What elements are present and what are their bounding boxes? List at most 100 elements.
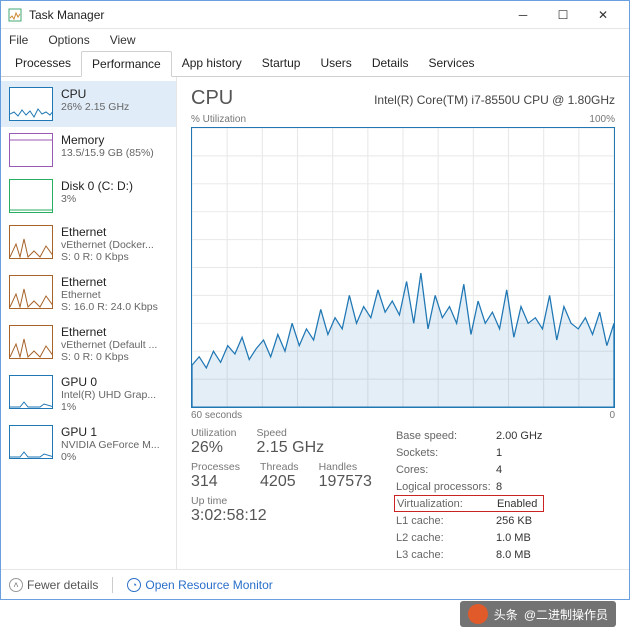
- thumb-icon: [9, 325, 53, 359]
- stat-key: Cores:: [396, 464, 496, 476]
- utilization-value: 26%: [191, 439, 237, 457]
- sidebar-item-net-5[interactable]: Ethernet vEthernet (Default ... S: 0 R: …: [1, 319, 176, 369]
- sidebar-item-sub1: Intel(R) UHD Grap...: [61, 389, 156, 401]
- stat-row: L1 cache:256 KB: [396, 512, 542, 529]
- footer-bar: ˄ Fewer details ◔ Open Resource Monitor: [1, 569, 629, 599]
- title-bar[interactable]: Task Manager ─ ☐ ✕: [1, 1, 629, 29]
- fewer-details-link[interactable]: ˄ Fewer details: [9, 578, 98, 592]
- stat-val: 4: [496, 464, 502, 476]
- menu-view[interactable]: View: [106, 31, 140, 49]
- stat-key: L1 cache:: [396, 515, 496, 527]
- stat-key: Base speed:: [396, 430, 496, 442]
- threads-value: 4205: [260, 473, 299, 491]
- sidebar-item-sub1: Ethernet: [61, 289, 158, 301]
- divider: [112, 577, 113, 593]
- watermark-name: @二进制操作员: [524, 606, 608, 623]
- sidebar-item-sub1: NVIDIA GeForce M...: [61, 439, 160, 451]
- watermark-overlay: 头条 @二进制操作员: [460, 601, 616, 627]
- tab-strip: Processes Performance App history Startu…: [1, 51, 629, 77]
- thumb-icon: [9, 87, 53, 121]
- cpu-chart[interactable]: [191, 127, 615, 408]
- tab-performance[interactable]: Performance: [81, 51, 172, 77]
- thumb-icon: [9, 375, 53, 409]
- stat-row: Cores:4: [396, 461, 542, 478]
- sidebar-item-name: Memory: [61, 133, 154, 147]
- handles-value: 197573: [319, 473, 372, 491]
- sidebar-item-gpu-7[interactable]: GPU 1 NVIDIA GeForce M... 0%: [1, 419, 176, 469]
- window-title: Task Manager: [29, 8, 503, 22]
- tab-processes[interactable]: Processes: [5, 51, 81, 76]
- stat-row: Logical processors:8: [396, 478, 542, 495]
- sidebar-item-sub2: S: 16.0 R: 24.0 Kbps: [61, 301, 158, 313]
- sidebar-item-sub2: S: 0 R: 0 Kbps: [61, 251, 154, 263]
- speed-label: Speed: [257, 427, 325, 439]
- sidebar-item-net-3[interactable]: Ethernet vEthernet (Docker... S: 0 R: 0 …: [1, 219, 176, 269]
- sidebar-item-gpu-6[interactable]: GPU 0 Intel(R) UHD Grap... 1%: [1, 369, 176, 419]
- sidebar-item-disk-2[interactable]: Disk 0 (C: D:) 3%: [1, 173, 176, 219]
- cpu-model: Intel(R) Core(TM) i7-8550U CPU @ 1.80GHz: [374, 93, 615, 107]
- tab-startup[interactable]: Startup: [252, 51, 311, 76]
- sidebar-item-name: GPU 1: [61, 425, 160, 439]
- monitor-icon: ◔: [127, 578, 141, 592]
- threads-label: Threads: [260, 461, 299, 473]
- tab-services[interactable]: Services: [419, 51, 485, 76]
- chevron-up-icon: ˄: [9, 578, 23, 592]
- sidebar-item-net-4[interactable]: Ethernet Ethernet S: 16.0 R: 24.0 Kbps: [1, 269, 176, 319]
- sidebar-item-sub1: vEthernet (Default ...: [61, 339, 157, 351]
- stat-val: 256 KB: [496, 515, 532, 527]
- stat-row: Sockets:1: [396, 444, 542, 461]
- stat-row: L2 cache:1.0 MB: [396, 529, 542, 546]
- tab-details[interactable]: Details: [362, 51, 419, 76]
- open-resource-monitor-link[interactable]: ◔ Open Resource Monitor: [127, 578, 272, 592]
- sidebar-item-sub1: 3%: [61, 193, 133, 205]
- main-panel: CPU Intel(R) Core(TM) i7-8550U CPU @ 1.8…: [177, 77, 629, 569]
- close-button[interactable]: ✕: [583, 1, 623, 29]
- tab-app-history[interactable]: App history: [172, 51, 252, 76]
- sidebar-item-sub1: 13.5/15.9 GB (85%): [61, 147, 154, 159]
- thumb-icon: [9, 179, 53, 213]
- sidebar-item-sub1: 26% 2.15 GHz: [61, 101, 129, 113]
- stat-key: Sockets:: [396, 447, 496, 459]
- resource-sidebar[interactable]: CPU 26% 2.15 GHz Memory 13.5/15.9 GB (85…: [1, 77, 177, 569]
- sidebar-item-mem-1[interactable]: Memory 13.5/15.9 GB (85%): [1, 127, 176, 173]
- processes-value: 314: [191, 473, 240, 491]
- watermark-prefix: 头条: [494, 606, 518, 623]
- uptime-label: Up time: [191, 495, 267, 507]
- tab-users[interactable]: Users: [310, 51, 361, 76]
- uptime-value: 3:02:58:12: [191, 507, 267, 525]
- processes-label: Processes: [191, 461, 240, 473]
- stat-key: L3 cache:: [396, 549, 496, 561]
- utilization-label: Utilization: [191, 427, 237, 439]
- thumb-icon: [9, 425, 53, 459]
- sidebar-item-cpu-0[interactable]: CPU 26% 2.15 GHz: [1, 81, 176, 127]
- sidebar-item-sub2: 1%: [61, 401, 156, 413]
- sidebar-item-name: Ethernet: [61, 225, 154, 239]
- sidebar-item-name: CPU: [61, 87, 129, 101]
- stat-key: Logical processors:: [396, 481, 496, 493]
- maximize-button[interactable]: ☐: [543, 1, 583, 29]
- sidebar-item-sub2: S: 0 R: 0 Kbps: [61, 351, 157, 363]
- app-icon: [7, 7, 23, 23]
- stat-row: L3 cache:8.0 MB: [396, 546, 542, 563]
- thumb-icon: [9, 133, 53, 167]
- stats-right: Base speed:2.00 GHzSockets:1Cores:4Logic…: [396, 427, 542, 563]
- stat-val: 1: [496, 447, 502, 459]
- chart-xlabel: 60 seconds: [191, 410, 242, 421]
- stat-val: 2.00 GHz: [496, 430, 542, 442]
- stat-key: L2 cache:: [396, 532, 496, 544]
- fewer-details-label: Fewer details: [27, 578, 98, 592]
- speed-value: 2.15 GHz: [257, 439, 325, 457]
- stat-row: Virtualization:Enabled: [394, 495, 544, 512]
- stat-row: Base speed:2.00 GHz: [396, 427, 542, 444]
- stat-val: 1.0 MB: [496, 532, 531, 544]
- menu-options[interactable]: Options: [44, 31, 93, 49]
- stat-val: 8: [496, 481, 502, 493]
- minimize-button[interactable]: ─: [503, 1, 543, 29]
- handles-label: Handles: [319, 461, 372, 473]
- sidebar-item-name: Ethernet: [61, 325, 157, 339]
- menu-bar: File Options View: [1, 29, 629, 51]
- thumb-icon: [9, 225, 53, 259]
- menu-file[interactable]: File: [5, 31, 32, 49]
- watermark-avatar: [468, 604, 488, 624]
- sidebar-item-name: Ethernet: [61, 275, 158, 289]
